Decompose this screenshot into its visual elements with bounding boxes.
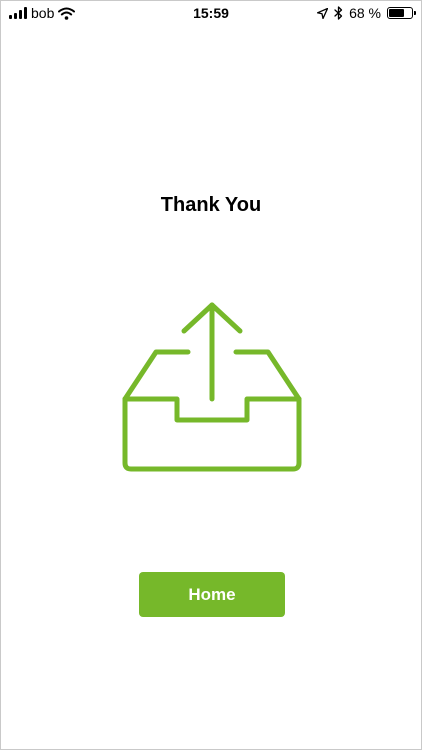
status-bar: bob 15:59 68 % xyxy=(1,1,421,27)
home-button[interactable]: Home xyxy=(139,572,285,617)
tray-upload-icon xyxy=(122,302,302,472)
battery-icon xyxy=(387,7,416,19)
app-screen: bob 15:59 68 % Thank You Home xyxy=(0,0,422,750)
battery-level-fill xyxy=(389,9,404,17)
battery-percentage: 68 % xyxy=(349,5,381,21)
battery-cap xyxy=(414,11,416,15)
page-title: Thank You xyxy=(160,194,262,216)
bluetooth-icon xyxy=(334,6,343,20)
status-bar-right: 68 % xyxy=(317,5,416,21)
location-icon xyxy=(317,7,329,19)
